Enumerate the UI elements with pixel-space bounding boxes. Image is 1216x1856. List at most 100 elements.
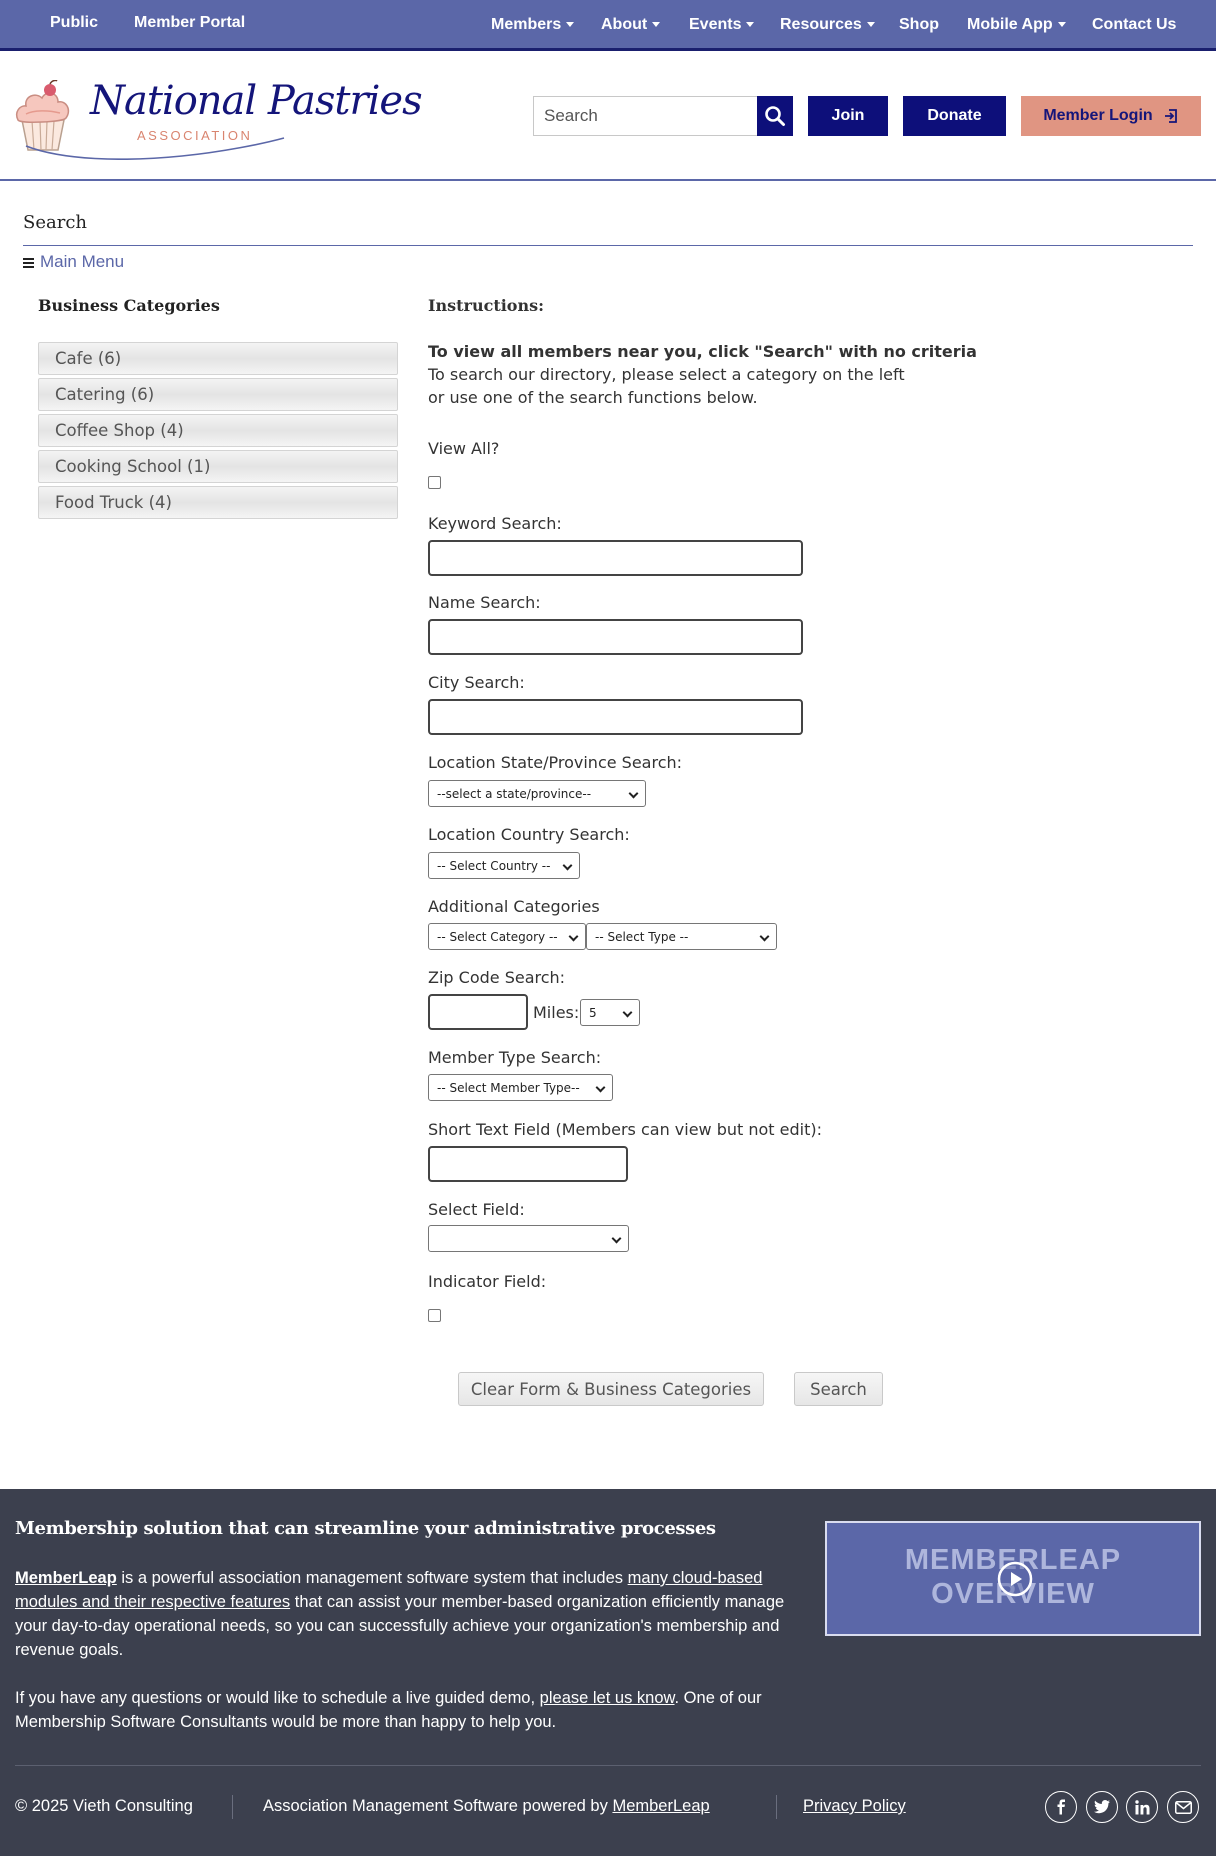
instructions-heading: Instructions: [428,296,545,315]
powered-by-text: Association Management Software powered … [263,1797,613,1815]
country-search-label: Location Country Search: [428,825,630,844]
keyword-search-input[interactable] [428,540,803,576]
memberleap-link[interactable]: MemberLeap [15,1569,117,1587]
title-divider [23,245,1193,246]
facebook-icon[interactable] [1045,1791,1077,1823]
miles-label: Miles: [533,1003,580,1022]
footer-separator [232,1795,233,1819]
login-icon [1164,109,1177,123]
member-type-select[interactable]: -- Select Member Type-- [428,1074,613,1101]
footer-heading: Membership solution that can streamline … [15,1518,716,1539]
facebook-glyph [1057,1799,1065,1815]
category-item-cooking-school[interactable]: Cooking School (1) [38,450,398,483]
business-categories-list: Cafe (6) Catering (6) Coffee Shop (4) Co… [38,342,398,522]
keyword-search-label: Keyword Search: [428,514,562,533]
view-all-label: View All? [428,439,500,458]
additional-categories-label: Additional Categories [428,897,600,916]
chevron-down-icon [746,22,755,28]
short-text-input[interactable] [428,1146,628,1182]
linkedin-glyph [1134,1799,1149,1814]
site-header: National Pastries ASSOCIATION Join Donat… [0,51,1216,181]
search-input[interactable] [533,96,758,136]
state-search-label: Location State/Province Search: [428,753,683,772]
nav-resources-label: Resources [780,16,862,33]
select-field-label: Select Field: [428,1200,525,1219]
logo-subtitle: ASSOCIATION [137,128,253,143]
footer-separator [776,1795,777,1819]
footer-paragraph-1: MemberLeap is a powerful association man… [15,1566,805,1662]
donate-button[interactable]: Donate [903,96,1006,136]
nav-contact-us[interactable]: Contact Us [1092,16,1176,34]
nav-about-label: About [601,16,648,33]
indicator-field-label: Indicator Field: [428,1272,547,1291]
category-item-coffee-shop[interactable]: Coffee Shop (4) [38,414,398,447]
clear-form-button[interactable]: Clear Form & Business Categories [458,1372,764,1406]
zip-code-input[interactable] [428,994,528,1030]
privacy-policy-link[interactable]: Privacy Policy [803,1797,906,1816]
country-select[interactable]: -- Select Country -- [428,852,580,879]
view-all-checkbox[interactable] [428,476,441,489]
footer-paragraph-2: If you have any questions or would like … [15,1686,805,1734]
name-search-input[interactable] [428,619,803,655]
powered-by: Association Management Software powered … [263,1797,710,1816]
nav-public[interactable]: Public [50,14,98,32]
copyright-text: © 2025 Vieth Consulting [15,1797,193,1815]
chevron-down-icon [652,22,661,28]
city-search-input[interactable] [428,699,803,735]
nav-events[interactable]: Events [689,16,755,34]
nav-shop[interactable]: Shop [899,16,939,34]
search-submit-button[interactable] [757,96,793,136]
name-search-label: Name Search: [428,593,541,612]
indicator-field-checkbox[interactable] [428,1309,441,1322]
top-nav: Public Member Portal Members About Event… [0,0,1216,51]
category-item-catering[interactable]: Catering (6) [38,378,398,411]
nav-members-label: Members [491,16,562,33]
nav-members[interactable]: Members [491,16,575,34]
state-select[interactable]: --select a state/province-- [428,780,646,807]
member-login-label: Member Login [1043,107,1153,124]
twitter-icon[interactable] [1086,1791,1118,1823]
additional-type-select[interactable]: -- Select Type -- [586,923,777,950]
page-title: Search [23,212,87,233]
search-icon [765,106,785,126]
zip-code-label: Zip Code Search: [428,968,566,987]
nav-about[interactable]: About [601,16,661,34]
instructions-bold: To view all members near you, click "Sea… [428,342,977,361]
search-button[interactable]: Search [794,1372,883,1406]
contact-us-link[interactable]: please let us know [540,1689,675,1707]
footer-p1-text-1: is a powerful association management sof… [116,1569,628,1587]
category-item-cafe[interactable]: Cafe (6) [38,342,398,375]
envelope-glyph [1174,1800,1192,1814]
nav-mobile-app-label: Mobile App [967,16,1053,33]
nav-mobile-app[interactable]: Mobile App [967,16,1066,34]
nav-resources[interactable]: Resources [780,16,875,34]
nav-events-label: Events [689,16,742,33]
instructions-line-1: To search our directory, please select a… [428,365,905,384]
city-search-label: City Search: [428,673,525,692]
main-menu-label: Main Menu [40,252,125,271]
select-field-select[interactable] [428,1225,629,1252]
business-categories-heading: Business Categories [38,296,220,315]
email-icon[interactable] [1167,1791,1199,1823]
main-menu-toggle[interactable]: Main Menu [23,252,124,272]
member-login-button[interactable]: Member Login [1021,96,1201,136]
chevron-down-icon [1057,22,1066,28]
additional-category-select[interactable]: -- Select Category -- [428,923,586,950]
instructions-line-2: or use one of the search functions below… [428,388,758,407]
linkedin-icon[interactable] [1126,1791,1158,1823]
miles-select[interactable]: 5 [580,999,640,1026]
powered-by-memberleap-link[interactable]: MemberLeap [612,1797,709,1815]
chevron-down-icon [866,22,875,28]
member-type-label: Member Type Search: [428,1048,602,1067]
memberleap-overview-video[interactable]: MEMBERLEAPOVERVIEW [825,1521,1201,1636]
nav-member-portal[interactable]: Member Portal [134,14,245,32]
site-logo[interactable]: National Pastries ASSOCIATION [12,76,423,160]
site-footer: Membership solution that can streamline … [0,1489,1216,1856]
footer-p2-text-1: If you have any questions or would like … [15,1689,540,1707]
category-item-food-truck[interactable]: Food Truck (4) [38,486,398,519]
chevron-down-icon [566,22,575,28]
join-button[interactable]: Join [808,96,888,136]
twitter-glyph [1094,1800,1110,1814]
short-text-label: Short Text Field (Members can view but n… [428,1120,823,1139]
hamburger-icon [23,256,34,270]
